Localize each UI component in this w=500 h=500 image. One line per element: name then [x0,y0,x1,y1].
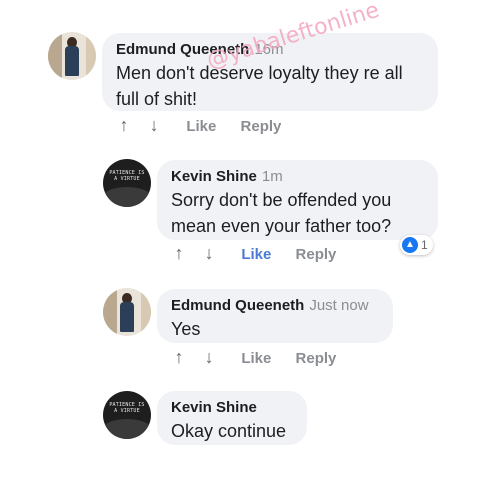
comment-text-line: Sorry don't be offended you [171,190,392,210]
comment-bubble: Kevin Shine Okay continue [157,391,307,445]
downvote-icon[interactable]: ↓ [201,347,217,368]
reply-button[interactable]: Reply [241,118,282,135]
comment-text-line: full of shit! [116,89,198,109]
reply-button[interactable]: Reply [296,246,337,263]
avatar-photo-bg [86,32,96,80]
comment-header: Kevin Shine 1m [171,167,424,187]
author-name[interactable]: Kevin Shine [171,399,257,416]
comment-bubble: Edmund Queeneth Just now Yes [157,289,393,343]
author-name[interactable]: Edmund Queeneth [171,297,304,314]
avatar-photo-body [120,302,134,332]
like-button[interactable]: Like [241,350,271,367]
reply-button[interactable]: Reply [296,350,337,367]
timestamp[interactable]: Just now [309,297,368,314]
author-name[interactable]: Kevin Shine [171,168,257,185]
comment-text-line: Men don't deserve loyalty they re all [116,63,403,83]
like-button[interactable]: Like [241,246,271,263]
avatar-photo-bg [48,32,62,80]
comment-text-line: Yes [171,319,201,339]
reaction-count[interactable]: ▲ 1 [400,235,433,255]
avatar-shape [103,419,151,439]
comment-actions: ↑ ↓ Like Reply [171,243,337,264]
avatar-text: PATIENCE IS A VIRTUE [109,402,145,414]
avatar-photo-body [65,46,79,76]
comment-bubble: Kevin Shine 1m Sorry don't be offended yo… [157,160,438,240]
avatar-shape [103,187,151,207]
avatar-text: PATIENCE IS A VIRTUE [109,170,145,182]
comment-text-line: Okay continue [171,421,287,441]
upvote-icon[interactable]: ↑ [171,243,187,264]
upvote-icon[interactable]: ↑ [116,115,132,136]
downvote-icon[interactable]: ↓ [201,243,217,264]
like-button[interactable]: Like [186,118,216,135]
avatar-photo-bg [103,288,117,336]
comment-actions: ↑ ↓ Like Reply [116,115,282,136]
avatar-kevin[interactable]: PATIENCE IS A VIRTUE [103,159,151,207]
comment-text-line: mean even your father too? [171,216,392,236]
timestamp[interactable]: 1m [262,168,283,185]
upvote-icon[interactable]: ↑ [171,347,187,368]
like-reaction-icon: ▲ [402,237,418,253]
avatar-kevin[interactable]: PATIENCE IS A VIRTUE [103,391,151,439]
downvote-icon[interactable]: ↓ [146,115,162,136]
reaction-count-value: 1 [421,238,428,252]
comment-actions: ↑ ↓ Like Reply [171,347,337,368]
avatar-edmund[interactable] [48,32,96,80]
comment-header: Kevin Shine [171,398,293,418]
avatar-edmund[interactable] [103,288,151,336]
comment-header: Edmund Queeneth Just now [171,296,379,316]
avatar-photo-bg [141,288,151,336]
